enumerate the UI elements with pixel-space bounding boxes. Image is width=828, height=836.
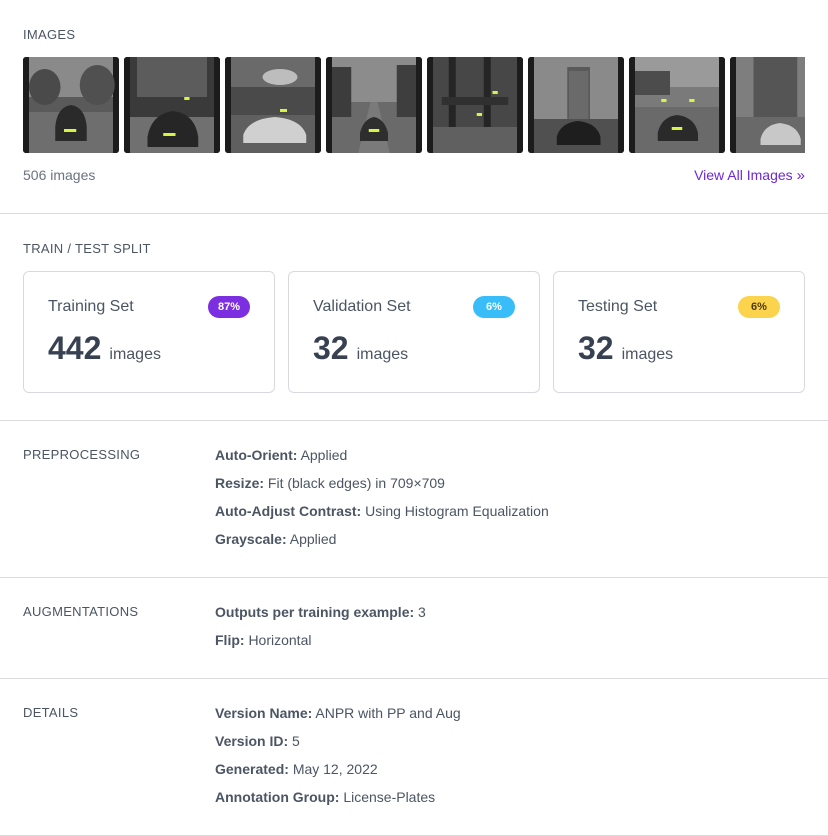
image-count: 32 — [313, 330, 349, 366]
preprocessing-title: PREPROCESSING — [23, 447, 141, 462]
row-value: ANPR with PP and Aug — [315, 705, 461, 721]
details-row: Generated: May 12, 2022 — [215, 761, 461, 789]
details-row: Annotation Group: License-Plates — [215, 789, 461, 817]
view-all-images-link[interactable]: View All Images » — [694, 167, 805, 183]
car-photo-thumbnail — [225, 57, 321, 153]
row-value: Applied — [300, 447, 348, 463]
percent-badge: 87% — [208, 296, 250, 318]
row-value: Fit (black edges) in 709×709 — [267, 475, 445, 491]
split-section: TRAIN / TEST SPLIT Training Set 87% 442 … — [0, 214, 828, 421]
row-value: 5 — [292, 733, 300, 749]
image-thumbnail[interactable] — [629, 57, 725, 153]
double-chevron-right-icon: » — [796, 166, 805, 184]
row-value: Using Histogram Equalization — [365, 503, 549, 519]
image-thumbnail[interactable] — [23, 57, 119, 153]
preprocessing-row: Grayscale: Applied — [215, 531, 549, 559]
image-thumbnail[interactable] — [124, 57, 220, 153]
percent-badge: 6% — [473, 296, 515, 318]
car-photo-thumbnail — [730, 57, 805, 153]
details-row: Version Name: ANPR with PP and Aug — [215, 705, 461, 733]
image-count: 442 — [48, 330, 102, 366]
car-photo-thumbnail — [528, 57, 624, 153]
image-count: 32 — [578, 330, 614, 366]
row-key: Generated: — [215, 761, 289, 777]
row-value: Horizontal — [248, 632, 312, 648]
image-thumbnail[interactable] — [225, 57, 321, 153]
car-photo-thumbnail — [326, 57, 422, 153]
row-key: Version Name: — [215, 705, 313, 721]
split-section-title: TRAIN / TEST SPLIT — [23, 241, 151, 256]
validation-set-card[interactable]: Validation Set 6% 32 images — [288, 271, 540, 393]
preprocessing-row: Auto-Adjust Contrast: Using Histogram Eq… — [215, 503, 549, 531]
preprocessing-row: Auto-Orient: Applied — [215, 447, 549, 475]
augmentations-section: AUGMENTATIONS Outputs per training examp… — [0, 578, 828, 679]
image-thumbnail[interactable] — [326, 57, 422, 153]
augmentations-title: AUGMENTATIONS — [23, 604, 139, 619]
row-key: Flip: — [215, 632, 245, 648]
images-count: 506 images — [23, 167, 96, 183]
thumbnail-strip[interactable] — [23, 57, 805, 153]
image-unit: images — [356, 346, 409, 363]
images-section: IMAGES 506 images View All Images » — [0, 0, 828, 214]
car-photo-thumbnail — [427, 57, 523, 153]
row-key: Annotation Group: — [215, 789, 340, 805]
images-footer: 506 images View All Images » — [23, 167, 805, 183]
car-photo-thumbnail — [124, 57, 220, 153]
images-section-title: IMAGES — [23, 27, 76, 42]
testing-set-card[interactable]: Testing Set 6% 32 images — [553, 271, 805, 393]
row-key: Version ID: — [215, 733, 289, 749]
image-thumbnail[interactable] — [730, 57, 805, 153]
row-value: May 12, 2022 — [292, 761, 378, 777]
row-key: Resize: — [215, 475, 265, 491]
image-unit: images — [109, 346, 161, 363]
row-key: Outputs per training example: — [215, 604, 415, 620]
row-value: Applied — [289, 531, 337, 547]
details-section: DETAILS Version Name: ANPR with PP and A… — [0, 679, 828, 836]
preprocessing-row: Resize: Fit (black edges) in 709×709 — [215, 475, 549, 503]
image-thumbnail[interactable] — [528, 57, 624, 153]
training-set-card[interactable]: Training Set 87% 442 images — [23, 271, 275, 393]
view-all-images-label: View All Images — [694, 167, 793, 183]
augmentations-row: Flip: Horizontal — [215, 632, 426, 660]
row-value: 3 — [418, 604, 426, 620]
details-row: Version ID: 5 — [215, 733, 461, 761]
percent-badge: 6% — [738, 296, 780, 318]
preprocessing-section: PREPROCESSING Auto-Orient: Applied Resiz… — [0, 421, 828, 578]
details-title: DETAILS — [23, 705, 79, 720]
row-key: Auto-Adjust Contrast: — [215, 503, 362, 519]
car-photo-thumbnail — [629, 57, 725, 153]
row-key: Auto-Orient: — [215, 447, 298, 463]
augmentations-row: Outputs per training example: 3 — [215, 604, 426, 632]
car-photo-thumbnail — [23, 57, 119, 153]
image-thumbnail[interactable] — [427, 57, 523, 153]
image-unit: images — [621, 346, 674, 363]
row-value: License-Plates — [343, 789, 436, 805]
row-key: Grayscale: — [215, 531, 287, 547]
